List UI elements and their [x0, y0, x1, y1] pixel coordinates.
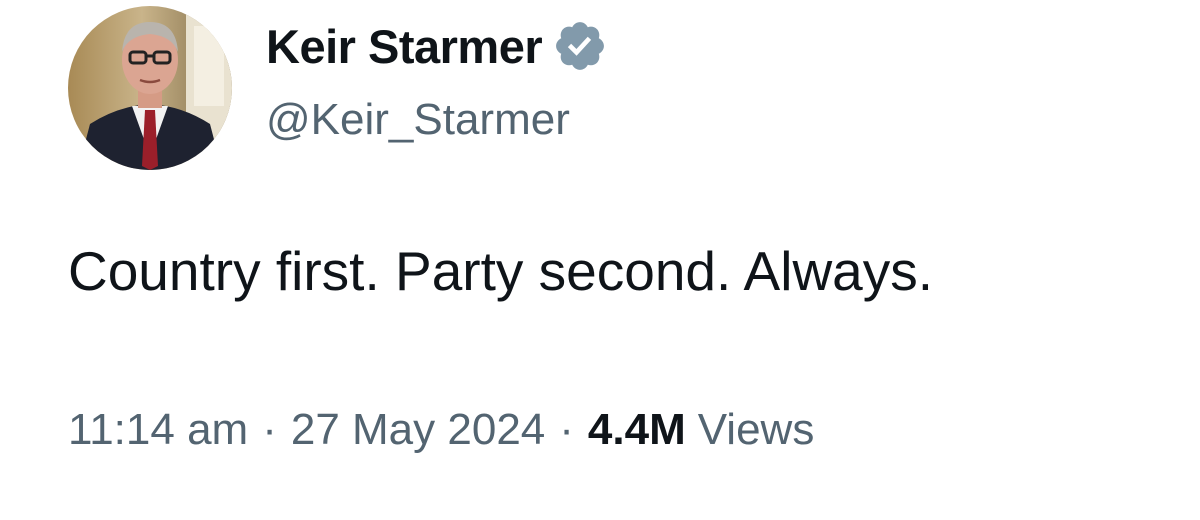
tweet-card: Keir Starmer @Keir_Starmer Country first…: [0, 0, 1200, 520]
views-label: Views: [697, 405, 815, 454]
views-count: 4.4M: [587, 405, 686, 454]
tweet-date[interactable]: 27 May 2024: [291, 408, 545, 452]
tweet-text: Country first. Party second. Always.: [68, 240, 934, 302]
avatar-image: [68, 6, 232, 170]
tweet-time[interactable]: 11:14 am: [68, 408, 248, 452]
tweet-meta: 11:14 am · 27 May 2024 · 4.4M Views: [68, 408, 814, 452]
meta-separator: ·: [262, 405, 277, 454]
author-name-row[interactable]: Keir Starmer: [266, 14, 608, 78]
avatar[interactable]: [68, 6, 232, 170]
author-handle[interactable]: @Keir_Starmer: [266, 98, 570, 142]
verified-badge-icon[interactable]: [552, 18, 608, 74]
meta-separator: ·: [559, 405, 574, 454]
display-name[interactable]: Keir Starmer: [266, 23, 543, 70]
